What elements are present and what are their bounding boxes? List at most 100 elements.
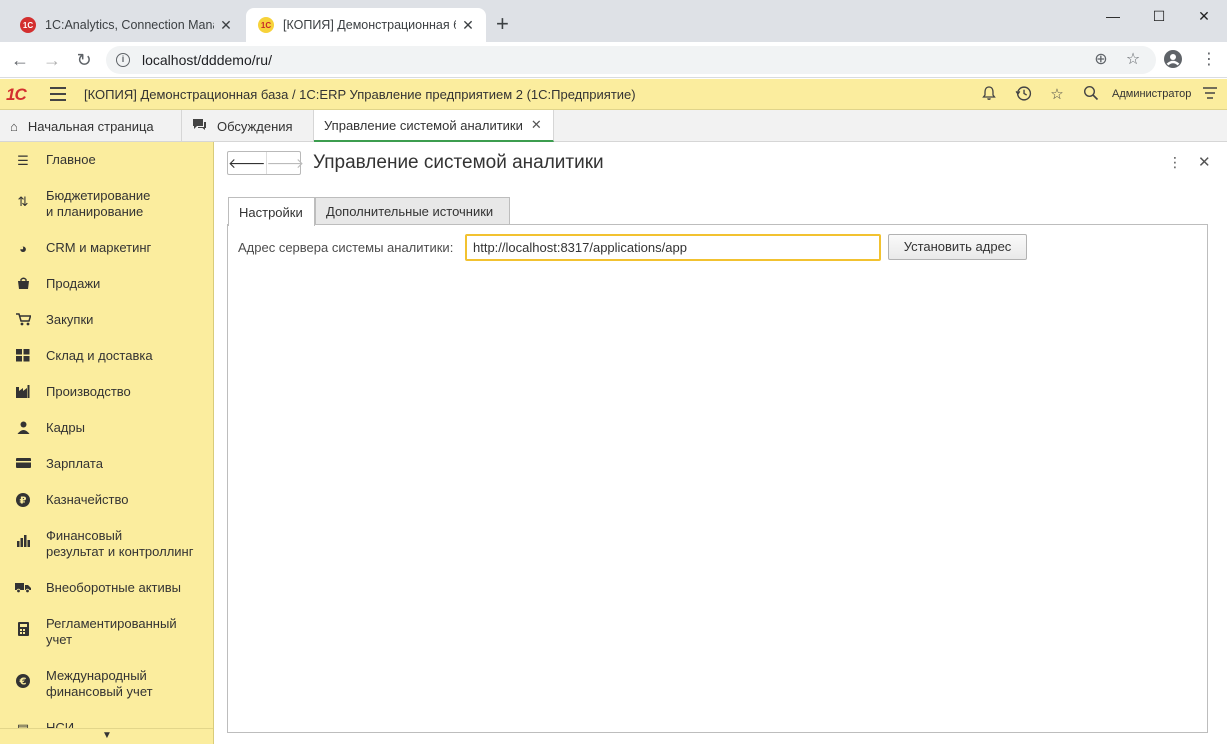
- section-label: Внеоборотные активы: [46, 580, 182, 595]
- chat-icon: [192, 118, 207, 134]
- section-label: Международный финансовый учет: [46, 668, 153, 699]
- info-icon[interactable]: i: [116, 53, 130, 67]
- 1c-logo: 1С: [6, 85, 27, 104]
- tab-label: Управление системой аналитики: [324, 117, 523, 133]
- tab-discussions[interactable]: Обсуждения: [182, 110, 314, 142]
- section-salary[interactable]: Зарплата: [0, 456, 213, 472]
- close-icon[interactable]: ✕: [531, 117, 542, 133]
- person-icon: [0, 420, 46, 437]
- browser-toolbar: ← → ↻ i localhost/dddemo/ru/ ⊕ ☆ ⋮: [0, 42, 1227, 78]
- section-label: Кадры: [46, 420, 85, 435]
- section-hr[interactable]: Кадры: [0, 420, 213, 437]
- close-icon[interactable]: ✕: [218, 17, 234, 34]
- pie-chart-icon: ◕: [19, 241, 27, 256]
- window-tabs-bar: ⌂ Начальная страница Обсуждения Управлен…: [0, 110, 1227, 142]
- section-international-accounting[interactable]: € Международный финансовый учет: [0, 668, 213, 700]
- more-actions-icon[interactable]: ⋮: [1168, 154, 1182, 171]
- section-label: Зарплата: [46, 456, 103, 471]
- form-navigation: 🡐 🡒: [227, 151, 304, 175]
- browser-tab-analytics[interactable]: 1С 1C:Analytics, Connection Manage ✕: [8, 8, 244, 42]
- section-fixed-assets[interactable]: Внеоборотные активы: [0, 580, 213, 596]
- browser-tab-title: [КОПИЯ] Демонстрационная ба: [283, 18, 456, 32]
- form-title: Управление системой аналитики: [313, 152, 604, 173]
- calculator-icon: [0, 616, 46, 639]
- section-label: Бюджетирование и планирование: [46, 188, 151, 219]
- tab-settings[interactable]: Настройки: [228, 197, 315, 226]
- back-arrow-icon[interactable]: 🡐: [228, 152, 267, 174]
- sections-panel: ☰ Главное ⇅ Бюджетирование и планировани…: [0, 142, 214, 744]
- section-label: Казначейство: [46, 492, 129, 507]
- section-sales[interactable]: Продажи: [0, 276, 213, 293]
- section-treasury[interactable]: ₽ Казначейство: [0, 492, 213, 510]
- forward-arrow-icon[interactable]: 🡒: [267, 152, 305, 174]
- section-financial-result[interactable]: Финансовый результат и контроллинг: [0, 528, 213, 560]
- section-production[interactable]: Производство: [0, 384, 213, 401]
- budget-icon: ⇅: [17, 194, 29, 209]
- settings-menu-icon[interactable]: [1200, 85, 1220, 105]
- app-header: 1С [КОПИЯ] Демонстрационная база / 1С:ER…: [0, 79, 1227, 110]
- section-purchases[interactable]: Закупки: [0, 312, 213, 329]
- chevron-down-icon: ▼: [102, 730, 112, 741]
- bell-icon[interactable]: [979, 85, 999, 105]
- set-address-button[interactable]: Установить адрес: [888, 234, 1027, 260]
- back-arrow-icon[interactable]: ←: [8, 48, 32, 72]
- warehouse-icon: [0, 348, 46, 365]
- truck-icon: [0, 580, 46, 596]
- wallet-icon: [0, 456, 46, 472]
- section-label: Склад и доставка: [46, 348, 153, 363]
- search-icon[interactable]: [1081, 85, 1101, 105]
- home-icon: ⌂: [10, 118, 18, 134]
- forward-arrow-icon[interactable]: →: [40, 48, 64, 72]
- tab-label: Начальная страница: [27, 118, 154, 134]
- minimize-icon[interactable]: —: [1090, 4, 1136, 28]
- reload-icon[interactable]: ↻: [72, 48, 96, 72]
- section-label: Продажи: [46, 276, 101, 291]
- address-bar[interactable]: i localhost/dddemo/ru/: [106, 46, 1156, 74]
- menu-list-icon: ☰: [17, 153, 29, 168]
- window-close-icon[interactable]: ✕: [1181, 4, 1227, 28]
- history-icon[interactable]: [1013, 85, 1033, 105]
- cart-icon: [0, 312, 46, 329]
- settings-panel: [227, 224, 1208, 733]
- hamburger-menu-icon[interactable]: [50, 87, 66, 101]
- section-label: Регламентированный учет: [46, 616, 177, 647]
- browser-tab-title: 1C:Analytics, Connection Manage: [45, 18, 214, 32]
- section-budgeting[interactable]: ⇅ Бюджетирование и планирование: [0, 188, 213, 220]
- section-label: Финансовый результат и контроллинг: [46, 528, 194, 559]
- profile-avatar-icon[interactable]: [1163, 50, 1183, 70]
- new-tab-icon[interactable]: +: [496, 12, 509, 36]
- ruble-icon: ₽: [0, 492, 46, 510]
- svg-text:€: €: [19, 677, 27, 688]
- close-icon[interactable]: ✕: [460, 17, 476, 34]
- address-url: localhost/dddemo/ru/: [142, 52, 272, 68]
- browser-menu-icon[interactable]: ⋮: [1199, 50, 1219, 70]
- tab-home[interactable]: ⌂ Начальная страница: [0, 110, 182, 142]
- user-name[interactable]: Администратор: [1112, 88, 1191, 100]
- browser-tabstrip: 1С 1C:Analytics, Connection Manage ✕ 1С …: [0, 0, 1227, 42]
- server-address-label: Адрес сервера системы аналитики:: [238, 240, 454, 255]
- tab-additional-sources[interactable]: Дополнительные источники: [315, 197, 510, 225]
- section-label: Производство: [46, 384, 131, 399]
- section-label: CRM и маркетинг: [46, 240, 152, 255]
- sections-scroll-down[interactable]: ▼: [0, 728, 213, 744]
- form-close-icon[interactable]: ✕: [1198, 153, 1211, 171]
- section-main[interactable]: ☰ Главное: [0, 152, 213, 169]
- zoom-plus-icon[interactable]: ⊕: [1091, 50, 1111, 70]
- app-title: [КОПИЯ] Демонстрационная база / 1С:ERP У…: [84, 87, 636, 102]
- bookmark-star-icon[interactable]: ☆: [1123, 50, 1143, 70]
- favorites-star-icon[interactable]: ☆: [1047, 85, 1067, 105]
- section-regulated-accounting[interactable]: Регламентированный учет: [0, 616, 213, 648]
- section-label: Закупки: [46, 312, 94, 327]
- maximize-icon[interactable]: ☐: [1136, 4, 1182, 28]
- tab-analytics-management[interactable]: Управление системой аналитики ✕: [314, 110, 554, 142]
- tab-label: Обсуждения: [217, 118, 293, 134]
- bar-chart-icon: [0, 528, 46, 550]
- svg-text:₽: ₽: [20, 496, 27, 507]
- server-address-input[interactable]: [465, 234, 881, 261]
- browser-tab-demo[interactable]: 1С [КОПИЯ] Демонстрационная ба ✕: [246, 8, 486, 42]
- 1c-yellow-logo-icon: 1С: [258, 17, 274, 33]
- section-warehouse[interactable]: Склад и доставка: [0, 348, 213, 365]
- bag-icon: [0, 276, 46, 293]
- factory-icon: [0, 384, 46, 401]
- section-crm[interactable]: ◕ CRM и маркетинг: [0, 240, 213, 256]
